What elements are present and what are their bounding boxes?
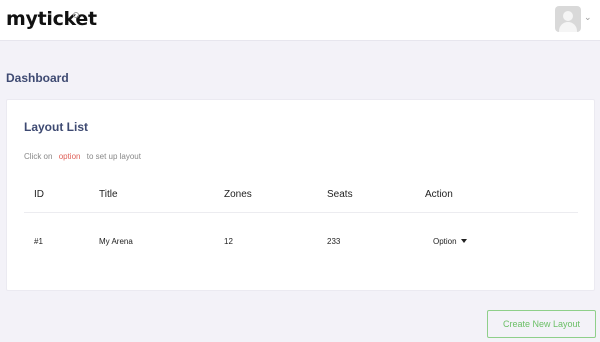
top-navbar: myticket ⌄ xyxy=(0,0,600,41)
avatar-body-shape xyxy=(559,22,577,32)
column-header-id: ID xyxy=(34,189,44,200)
cell-zones: 12 xyxy=(224,237,233,246)
hint-prefix: Click on xyxy=(24,152,53,161)
card-title: Layout List xyxy=(24,120,89,134)
hint-option-word: option xyxy=(58,152,81,161)
caret-down-icon xyxy=(460,239,467,243)
registered-mark-icon xyxy=(73,12,79,18)
avatar-head-shape xyxy=(563,11,573,21)
chevron-down-icon[interactable]: ⌄ xyxy=(584,13,593,22)
cell-seats: 233 xyxy=(327,237,341,246)
cell-id: #1 xyxy=(34,237,43,246)
hint-suffix: to set up layout xyxy=(86,152,141,161)
table-header-divider xyxy=(24,212,578,213)
layout-list-card: Layout List Click on option to set up la… xyxy=(6,99,595,291)
column-header-action: Action xyxy=(425,189,453,200)
app-logo[interactable]: myticket xyxy=(6,8,97,30)
column-header-title: Title xyxy=(99,189,118,200)
avatar[interactable] xyxy=(555,6,581,32)
page-title: Dashboard xyxy=(6,71,69,85)
cell-title: My Arena xyxy=(99,237,133,246)
option-dropdown-label: Option xyxy=(433,236,457,246)
hint-text: Click on option to set up layout xyxy=(24,152,141,161)
create-new-layout-button[interactable]: Create New Layout xyxy=(487,310,596,338)
option-dropdown-button[interactable]: Option xyxy=(433,234,467,248)
column-header-zones: Zones xyxy=(224,189,252,200)
column-header-seats: Seats xyxy=(327,189,353,200)
